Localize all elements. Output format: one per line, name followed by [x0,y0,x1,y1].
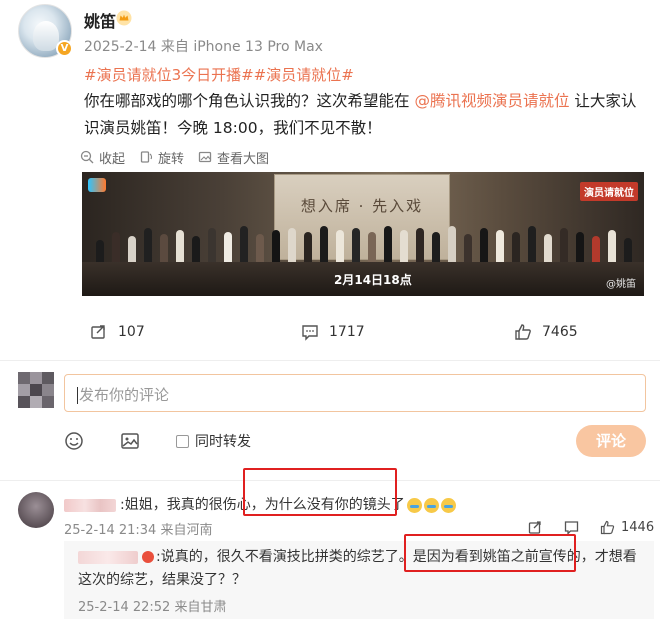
post-meta: 2025-2-14 来自 iPhone 13 Pro Max [84,39,323,55]
poster-date: 2月14日18点 [334,273,412,287]
section-divider [0,360,660,361]
repost-icon [91,325,105,339]
media-actions: 收起 旋转 查看大图 [80,148,269,167]
post-content-text: 你在哪部戏的哪个角色认识我的？这次希望能在 [84,92,415,110]
view-large-label: 查看大图 [217,151,270,167]
comment-meta: 25-2-14 21:34 来自河南 [64,523,213,538]
checkbox-box[interactable] [176,434,189,448]
post-hashtags[interactable]: #演员请就位3今日开播##演员请就位# [84,64,354,85]
image-icon [198,151,212,163]
redacted-username[interactable] [64,498,116,512]
mention-link[interactable]: @腾讯视频演员请就位 [414,92,569,110]
repost-count: 107 [118,324,145,340]
highlight-box-reply [404,534,576,572]
post-image[interactable]: 想入席 · 先入戏 2月14日18点 演员请就位 @姚笛 [82,172,644,296]
repost-checkbox[interactable]: 同时转发 [176,431,251,451]
reply-meta: 25-2-14 22:52 来自甘肃 [78,600,227,615]
user-badge-icon [142,551,154,563]
author-name[interactable]: 姚笛 [84,8,116,32]
show-logo: 演员请就位 [580,182,638,201]
comment-button[interactable]: 1717 [301,322,365,342]
highlight-box-comment [243,468,397,516]
crying-emoji-icon [406,497,422,513]
comment-input[interactable]: 发布你的评论 [64,374,646,412]
collect-button[interactable]: 收起 [80,148,125,167]
thumbs-up-icon [515,324,531,340]
comment-placeholder: 发布你的评论 [79,386,170,404]
image-watermark: @姚笛 [606,279,636,290]
comment-icon [302,325,318,341]
comment-like-button[interactable]: 1446 [600,518,654,536]
redacted-username[interactable] [78,550,138,564]
rotate-icon [140,151,153,163]
commenter-avatar[interactable] [18,492,54,528]
comment-like-count: 1446 [621,519,655,535]
text-caret [77,387,78,404]
zoom-out-icon [80,150,94,164]
crying-emoji-icon [440,497,456,513]
tencent-video-logo-icon [88,178,106,192]
submit-comment-button[interactable]: 评论 [576,425,646,457]
repost-button[interactable]: 107 [90,322,145,342]
repost-checkbox-label: 同时转发 [195,434,251,450]
comment-icon [564,520,579,535]
repost-icon [528,520,541,534]
crown-icon [116,10,132,26]
like-button[interactable]: 7465 [514,322,578,342]
reply-text-prefix: :说真的，很久不看演技比拼类的综艺了。 [156,549,413,565]
comment-count: 1717 [329,324,365,340]
like-count: 7465 [542,324,578,340]
collect-label: 收起 [99,151,126,167]
verified-badge-icon: V [56,40,73,57]
rotate-button[interactable]: 旋转 [139,148,184,167]
rotate-label: 旋转 [158,151,185,167]
current-user-avatar[interactable] [18,372,54,408]
image-upload-icon[interactable] [120,431,140,451]
emoji-icon[interactable] [64,431,84,451]
view-large-button[interactable]: 查看大图 [198,148,269,167]
thumbs-up-icon [600,520,615,534]
composer-tools: 同时转发 [64,430,251,452]
post-content: 你在哪部戏的哪个角色认识我的？这次希望能在 @腾讯视频演员请就位 让大家认识演员… [84,88,650,142]
crying-emoji-icon [423,497,439,513]
